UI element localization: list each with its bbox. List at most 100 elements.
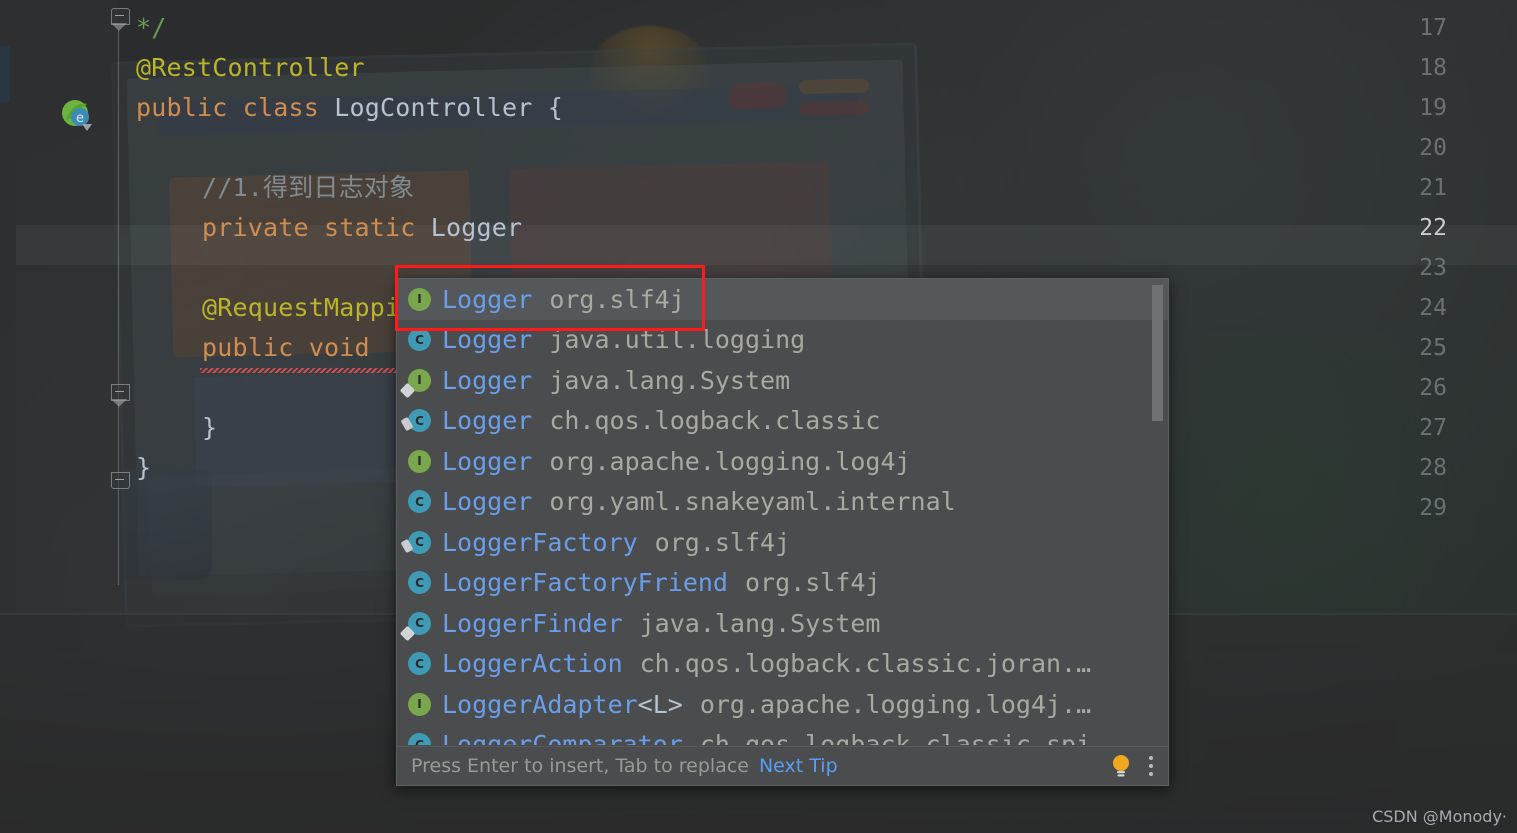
code-token: public void xyxy=(202,333,386,362)
completion-item-package: java.lang.System xyxy=(639,608,881,638)
line-number: 27 xyxy=(1419,415,1447,441)
line-number: 24 xyxy=(1419,295,1447,321)
completion-item-package: ch.qos.logback.classic.joran.… xyxy=(639,649,1092,679)
completion-item[interactable]: C Logger org.yaml.snakeyaml.internal xyxy=(397,482,1168,523)
code-token: //1.得到日志对象 xyxy=(202,173,415,202)
code-token: } xyxy=(136,453,152,482)
completion-item-package: java.util.logging xyxy=(549,325,806,355)
interface-icon: I xyxy=(408,449,431,473)
next-tip-link[interactable]: Next Tip xyxy=(759,755,838,777)
completion-item-package: org.slf4j xyxy=(549,284,685,314)
kebab-menu-icon[interactable] xyxy=(1148,754,1154,778)
class-icon: C xyxy=(400,409,431,433)
code-token: */ xyxy=(136,13,167,42)
line-number: 17 xyxy=(1419,15,1447,41)
diamond-badge-icon xyxy=(399,382,416,399)
class-icon: C xyxy=(408,652,431,676)
completion-item-list[interactable]: I Logger org.slf4j C Logger java.util.logging… xyxy=(397,279,1168,745)
completion-item-name: LoggerComparator xyxy=(442,730,683,745)
completion-item-package: java.lang.System xyxy=(549,365,791,395)
line-number: 28 xyxy=(1419,455,1447,481)
code-line[interactable]: private static Logger xyxy=(202,208,522,248)
completion-item-name: LoggerFactory xyxy=(442,527,638,557)
code-line[interactable]: public void xyxy=(202,328,385,368)
code-token: } xyxy=(202,413,218,442)
code-token: public xyxy=(136,93,243,122)
code-line[interactable]: //1.得到日志对象 xyxy=(202,168,414,208)
code-token: private static xyxy=(202,213,431,242)
completion-item-package: ch.qos.logback.classic.spi… xyxy=(699,730,1107,745)
code-line[interactable]: } xyxy=(202,408,217,448)
completion-item[interactable]: C LoggerFactoryFriend org.slf4j xyxy=(397,563,1168,604)
completion-item[interactable]: C LoggerAction ch.qos.logback.classic.jora… xyxy=(397,644,1168,685)
class-icon: C xyxy=(400,530,431,554)
code-token: LogController { xyxy=(334,93,564,122)
ide-window: e 17 18 19 20 21 22 23 24 25 26 27 28 29 */ @RestCont… xyxy=(0,0,1517,833)
completion-scrollbar-thumb[interactable] xyxy=(1152,285,1163,421)
completion-item[interactable]: I Logger java.lang.System xyxy=(397,360,1168,401)
code-token: Logger xyxy=(430,213,523,242)
code-line[interactable]: } xyxy=(136,448,151,488)
completion-item-name: Logger xyxy=(442,284,533,314)
completion-item[interactable]: C Logger java.util.logging xyxy=(397,320,1168,361)
completion-item-package: org.slf4j xyxy=(744,568,881,598)
spring-run-gutter-icon[interactable]: e xyxy=(60,98,94,132)
completion-item-package: org.apache.logging.log4j.… xyxy=(699,689,1092,719)
completion-item-name: Logger xyxy=(442,365,533,395)
completion-item-name: Logger xyxy=(442,446,533,476)
diamond-badge-icon xyxy=(399,625,416,642)
completion-item[interactable]: I Logger org.slf4j xyxy=(397,279,1168,320)
completion-item-name: LoggerFactoryFriend xyxy=(442,568,728,598)
code-line[interactable]: @RestController xyxy=(136,48,365,88)
lock-badge-icon xyxy=(400,417,414,432)
lock-badge-icon xyxy=(400,538,414,553)
fold-arrow-down-2 xyxy=(111,399,128,407)
completion-item-name: Logger xyxy=(442,325,533,355)
line-number: 22 xyxy=(1419,215,1447,241)
interface-icon: I xyxy=(399,368,431,399)
code-line[interactable]: */ xyxy=(136,8,167,48)
completion-item[interactable]: C LoggerFinder java.lang.System xyxy=(397,603,1168,644)
completion-item-package: org.apache.logging.log4j xyxy=(549,446,911,476)
fold-arrow-down xyxy=(111,23,128,31)
completion-item[interactable]: C Logger ch.qos.logback.classic xyxy=(397,401,1168,442)
line-number: 19 xyxy=(1419,95,1447,121)
fold-marker-bottom[interactable] xyxy=(111,472,130,489)
svg-text:e: e xyxy=(76,111,84,126)
completion-item[interactable]: C LoggerComparator ch.qos.logback.classic.… xyxy=(397,725,1168,745)
interface-icon: I xyxy=(408,287,431,311)
class-icon: C xyxy=(408,571,431,595)
completion-item-name: LoggerAction xyxy=(442,649,623,679)
editor-gutter[interactable] xyxy=(0,0,118,613)
line-number: 26 xyxy=(1419,375,1447,401)
completion-item[interactable]: I Logger org.apache.logging.log4j xyxy=(397,441,1168,482)
lightbulb-icon[interactable] xyxy=(1110,753,1132,779)
completion-item-package: ch.qos.logback.classic xyxy=(549,406,881,436)
code-token: class xyxy=(242,93,335,122)
completion-scrollbar[interactable] xyxy=(1152,281,1166,743)
code-fold-guide xyxy=(118,30,119,585)
completion-item-name: LoggerAdapter<L> xyxy=(442,689,683,719)
completion-status-bar: Press Enter to insert, Tab to replace Ne… xyxy=(397,746,1168,785)
completion-item[interactable]: C LoggerFactory org.slf4j xyxy=(397,522,1168,563)
class-icon: C xyxy=(408,733,431,745)
completion-item-name: Logger xyxy=(442,406,533,436)
watermark-text: CSDN @Monody· xyxy=(1372,807,1507,826)
completion-item-name: LoggerFinder xyxy=(442,608,623,638)
completion-item-package: org.slf4j xyxy=(654,527,791,557)
class-icon: C xyxy=(408,328,431,352)
completion-item-package: org.yaml.snakeyaml.internal xyxy=(549,487,956,517)
interface-icon: I xyxy=(408,692,431,716)
code-completion-popup[interactable]: I Logger org.slf4j C Logger java.util.logging… xyxy=(396,278,1169,786)
line-number: 18 xyxy=(1419,55,1447,81)
code-line[interactable]: public class LogController { xyxy=(136,88,563,128)
line-number: 25 xyxy=(1419,335,1447,361)
line-number: 29 xyxy=(1419,495,1447,521)
class-icon: C xyxy=(408,490,431,514)
line-number: 20 xyxy=(1419,135,1447,161)
completion-item[interactable]: I LoggerAdapter<L> org.apache.logging.log4… xyxy=(397,684,1168,725)
class-icon: C xyxy=(399,611,431,642)
code-token: @RestController xyxy=(136,53,365,82)
completion-item-name: Logger xyxy=(442,487,533,517)
line-number: 23 xyxy=(1419,255,1447,281)
